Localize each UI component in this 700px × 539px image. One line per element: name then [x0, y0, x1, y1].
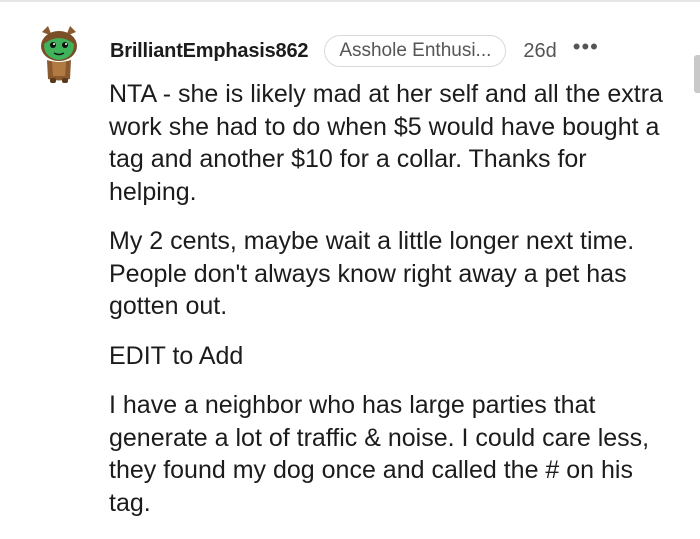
user-flair[interactable]: Asshole Enthusi... — [324, 35, 507, 67]
comment-body: NTA - she is likely mad at her self and … — [109, 78, 679, 536]
comment-author[interactable]: BrilliantEmphasis862 — [110, 40, 309, 63]
comment-age[interactable]: 26d — [523, 40, 556, 63]
top-divider — [0, 0, 700, 2]
comment-paragraph: EDIT to Add — [109, 341, 244, 370]
snoo-avatar-icon[interactable] — [34, 24, 84, 84]
comment-paragraph: NTA - she is likely mad at her self and … — [109, 80, 663, 206]
comment-header: BrilliantEmphasis862 Asshole Enthusi... … — [110, 34, 599, 68]
comment-paragraph: My 2 cents, maybe wait a little longer n… — [109, 227, 635, 320]
comment-paragraph: I have a neighbor who has large parties … — [109, 391, 650, 517]
scrollbar-thumb[interactable] — [694, 55, 700, 93]
more-dots-icon[interactable]: ••• — [573, 36, 599, 58]
